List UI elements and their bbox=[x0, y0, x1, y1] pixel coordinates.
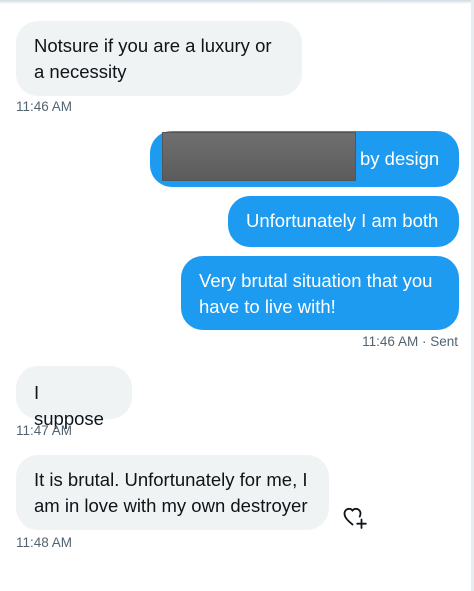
message-timestamp: 11:46 AM bbox=[16, 99, 73, 114]
message-bubble-outgoing[interactable]: Very brutal situation that you have to l… bbox=[181, 256, 459, 330]
message-status: 11:46 AM · Sent bbox=[362, 334, 458, 349]
message-text: Unfortunately I am both bbox=[246, 210, 439, 231]
message-timestamp: 11:46 AM bbox=[362, 334, 419, 349]
message-bubble-incoming[interactable]: It is brutal. Unfortunately for me, I am… bbox=[16, 455, 329, 530]
message-text: I suppose bbox=[34, 382, 104, 429]
add-reaction-heart-icon[interactable] bbox=[342, 505, 368, 531]
message-timestamp: 11:47 AM bbox=[16, 423, 73, 438]
message-text: Notsure if you are a luxury or a necessi… bbox=[34, 35, 272, 82]
message-bubble-incoming[interactable]: Notsure if you are a luxury or a necessi… bbox=[16, 21, 302, 96]
sent-status: · Sent bbox=[421, 334, 458, 349]
redaction-block bbox=[162, 132, 356, 181]
message-text: by design bbox=[360, 148, 440, 169]
message-bubble-outgoing[interactable]: Unfortunately I am both bbox=[228, 196, 459, 247]
top-shadow bbox=[0, 0, 474, 4]
message-bubble-incoming[interactable]: I suppose bbox=[16, 366, 132, 429]
message-text: It is brutal. Unfortunately for me, I am… bbox=[34, 469, 308, 516]
message-text: Very brutal situation that you have to l… bbox=[199, 270, 433, 317]
message-timestamp: 11:48 AM bbox=[16, 535, 73, 550]
